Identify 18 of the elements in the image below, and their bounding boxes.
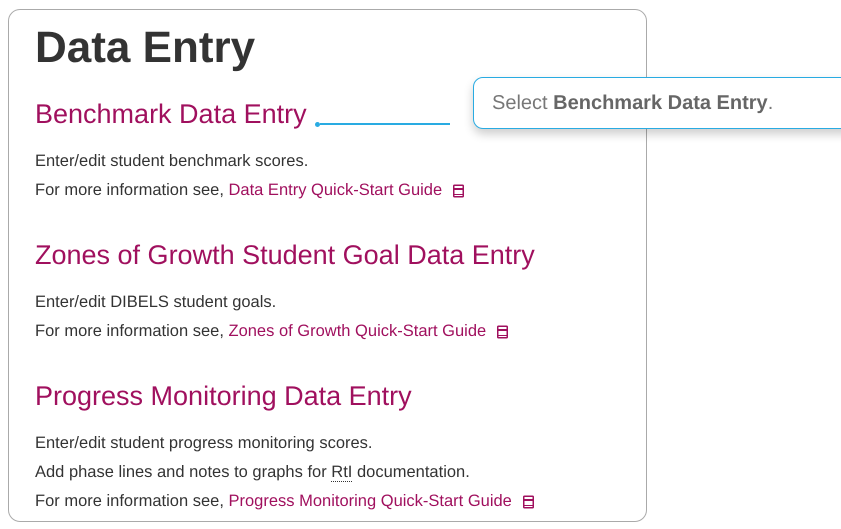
pdf-icon[interactable] [452, 184, 466, 198]
guide-link[interactable]: Data Entry Quick-Start Guide [228, 176, 442, 205]
guide-link[interactable]: Zones of Growth Quick-Start Guide [228, 317, 486, 346]
description-text: Enter/edit student progress monitoring scores. [35, 433, 374, 454]
callout-tooltip: Select Benchmark Data Entry. [473, 77, 841, 129]
info-text: For more information see, [35, 321, 225, 342]
pdf-icon[interactable] [496, 324, 510, 338]
pdf-icon[interactable] [522, 494, 535, 508]
description-text: Enter/edit DIBELS student goals. [35, 292, 278, 313]
section-heading[interactable]: Progress Monitoring Data Entry [35, 379, 412, 413]
section-heading[interactable]: Benchmark Data Entry [35, 97, 307, 131]
description-text: Enter/edit student benchmark scores. [35, 151, 310, 172]
info-text: For more information see, [35, 491, 225, 512]
info-text: For more information see, [35, 180, 225, 201]
description-text: Add phase lines and notes to graphs for RtI documentation. [35, 462, 471, 484]
section-heading[interactable]: Zones of Growth Student Goal Data Entry [35, 238, 535, 272]
page-title: Data Entry [35, 22, 256, 74]
guide-link[interactable]: Progress Monitoring Quick-Start Guide [228, 487, 512, 516]
